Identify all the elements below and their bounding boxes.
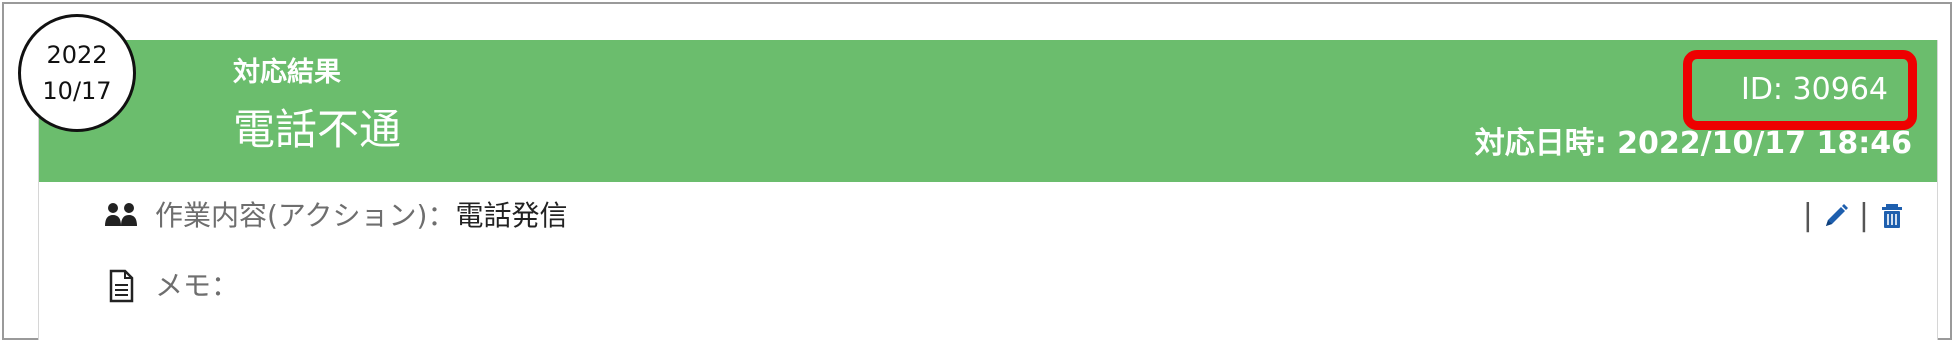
date-badge: 2022 10/17 (18, 14, 136, 132)
people-icon (105, 203, 137, 226)
history-card: 対応結果 電話不通 ID: 30964 対応日時: 2022/10/17 18:… (38, 40, 1938, 340)
trash-icon[interactable] (1877, 201, 1907, 231)
card-header: 対応結果 電話不通 ID: 30964 対応日時: 2022/10/17 18:… (39, 40, 1937, 182)
pencil-icon[interactable] (1821, 201, 1851, 231)
document-icon (109, 269, 134, 303)
action-value: 電話発信 (455, 199, 568, 232)
memo-label: メモ： (155, 269, 240, 302)
header-result-title: 電話不通 (233, 105, 402, 154)
action-row: 作業内容(アクション)： 電話発信 (103, 196, 567, 236)
response-datetime: 対応日時: 2022/10/17 18:46 (1474, 126, 1912, 161)
header-category-label: 対応結果 (233, 57, 341, 88)
row-actions: | | (1795, 196, 1907, 236)
date-month-day: 10/17 (42, 77, 112, 105)
date-year: 2022 (46, 41, 108, 69)
memo-row: メモ： (103, 266, 239, 306)
separator: | (1802, 198, 1813, 233)
separator: | (1858, 198, 1869, 233)
action-label: 作業内容(アクション)： (155, 199, 456, 232)
record-id: ID: 30964 (1740, 72, 1888, 107)
card-body: 作業内容(アクション)： 電話発信 メモ： | | (39, 182, 1937, 340)
